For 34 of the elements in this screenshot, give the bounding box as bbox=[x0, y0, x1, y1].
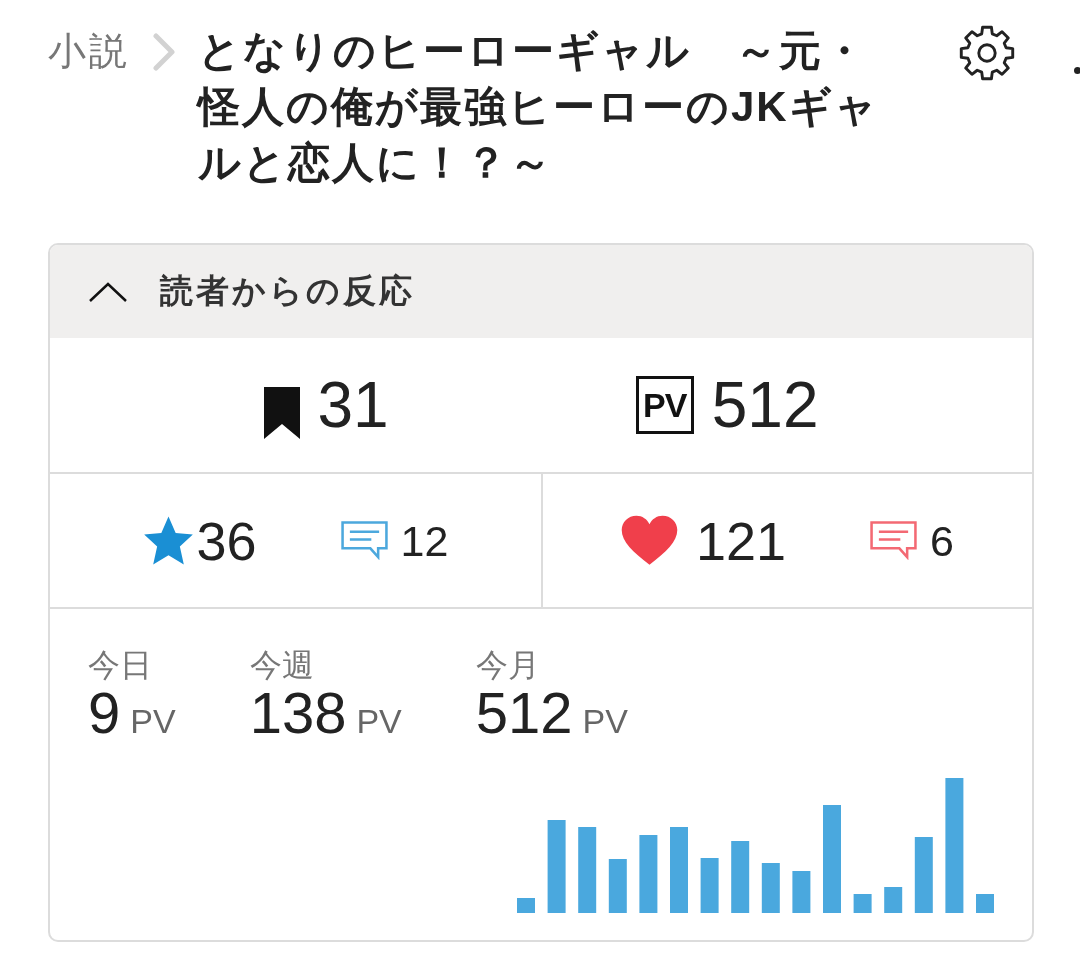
chevron-right-icon bbox=[152, 33, 176, 71]
chart-bar bbox=[700, 858, 719, 913]
dot-icon bbox=[1074, 67, 1080, 74]
heart-count: 121 bbox=[696, 510, 787, 571]
pv-unit: PV bbox=[582, 702, 628, 741]
comment-count: 6 bbox=[930, 515, 954, 566]
chart-bar bbox=[976, 894, 994, 913]
settings-icon[interactable] bbox=[958, 24, 1016, 82]
pv-count: 512 bbox=[711, 370, 819, 440]
period-value: 512 bbox=[475, 683, 573, 743]
comment-count: 12 bbox=[400, 515, 449, 566]
reactions-toggle[interactable]: 読者からの反応 bbox=[50, 245, 1032, 338]
chart-bar bbox=[792, 871, 811, 913]
chart-bar bbox=[761, 863, 780, 913]
period-label: 今日 bbox=[88, 647, 153, 683]
chart-bar bbox=[517, 898, 535, 913]
pv-unit: PV bbox=[356, 702, 402, 741]
comment-icon bbox=[870, 521, 918, 560]
pv-unit: PV bbox=[130, 702, 176, 741]
bookmark-count: 31 bbox=[317, 370, 389, 440]
comment-icon bbox=[340, 521, 388, 560]
period-label: 今月 bbox=[475, 647, 541, 683]
chart-bar bbox=[731, 841, 750, 913]
bookmark-icon bbox=[263, 387, 300, 439]
chart-bar bbox=[608, 859, 627, 913]
period-value: 138 bbox=[249, 683, 347, 743]
breadcrumb-link[interactable]: 小説 bbox=[48, 23, 130, 79]
period-label: 今週 bbox=[249, 647, 315, 683]
star-count: 36 bbox=[196, 510, 257, 571]
novel-title: となりのヒーローギャル ～元・怪人の俺が最強ヒーローのJKギャルと恋人に！？～ bbox=[198, 26, 880, 188]
pv-badge: PV bbox=[635, 376, 694, 434]
chart-bar bbox=[853, 894, 872, 913]
chart-bar bbox=[884, 887, 903, 913]
period-value: 9 bbox=[88, 683, 121, 743]
